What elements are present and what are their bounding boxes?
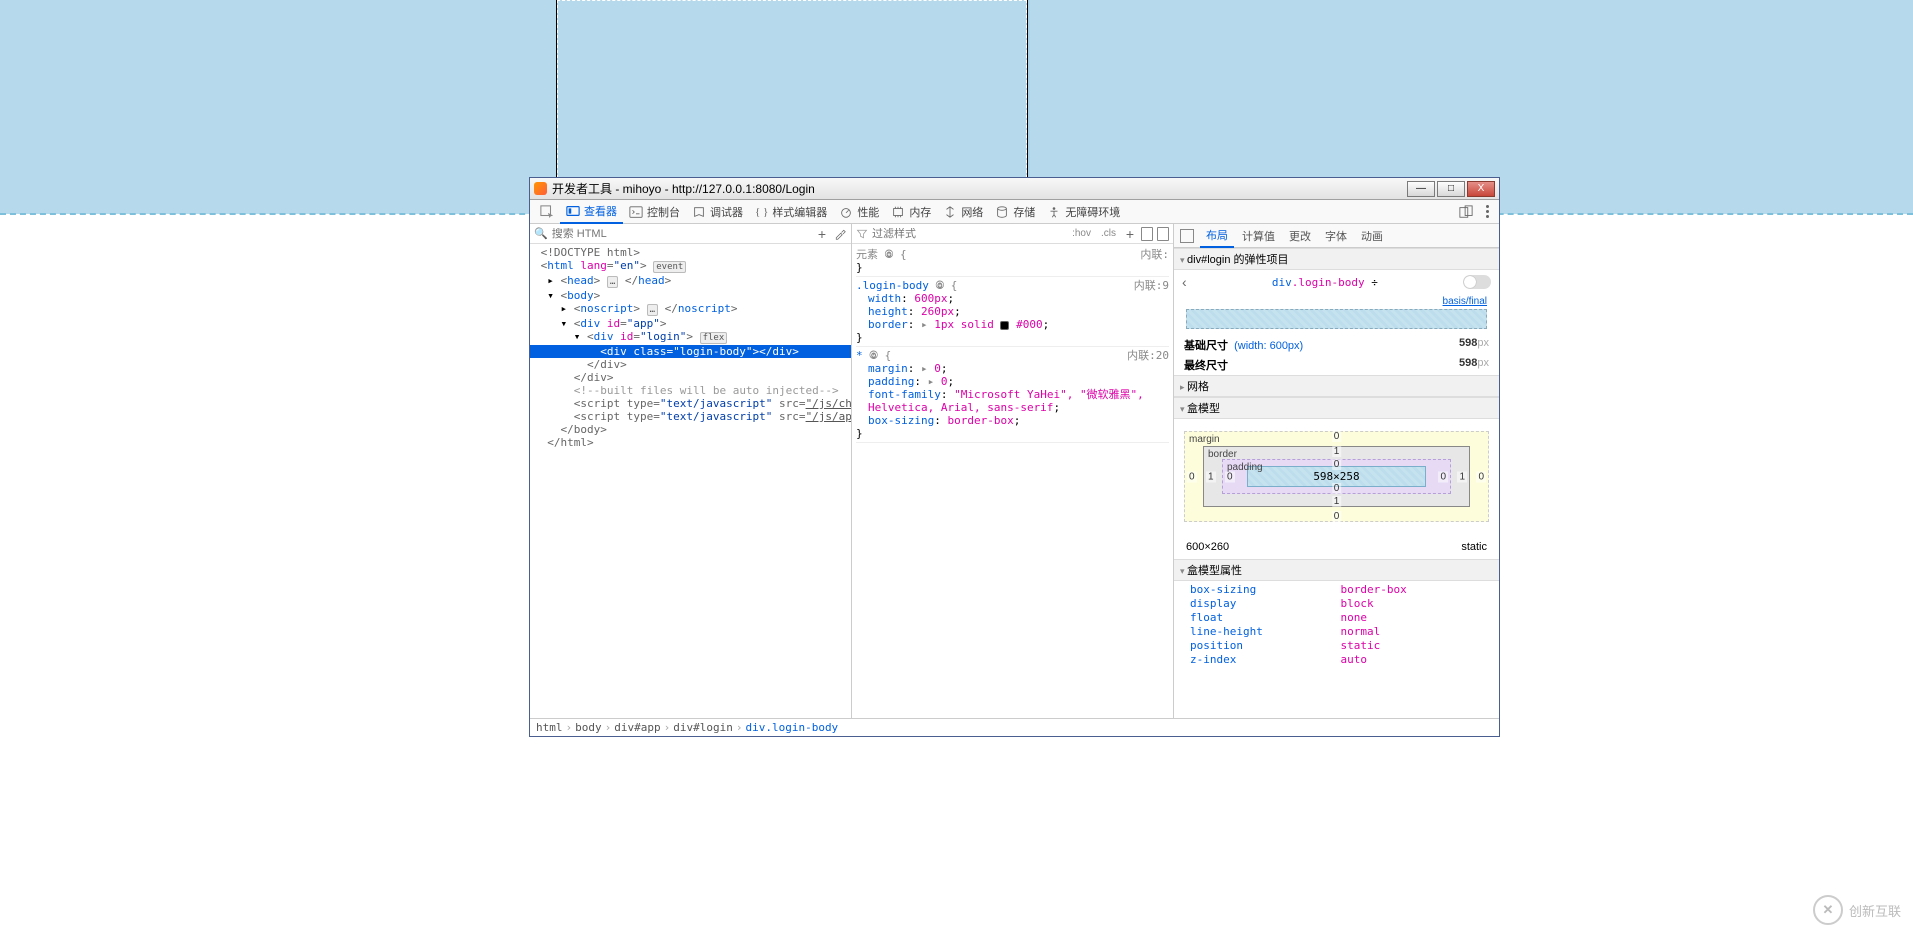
firefox-icon	[534, 182, 547, 195]
tab-console[interactable]: 控制台	[623, 200, 686, 224]
tab-memory[interactable]: 内存	[885, 200, 937, 224]
devtools-window: 开发者工具 - mihoyo - http://127.0.0.1:8080/L…	[529, 177, 1500, 737]
flex-item-selector[interactable]: div.login-body ÷	[1193, 276, 1457, 289]
flex-prev-button[interactable]: ‹	[1182, 274, 1187, 290]
add-element-button[interactable]: +	[815, 227, 829, 241]
dom-tree[interactable]: <!DOCTYPE html> <html lang="en"> event ▸…	[530, 244, 851, 718]
devtools-tab-bar: 查看器 控制台 调试器 { } 样式编辑器 性能 内存	[530, 200, 1499, 224]
fonts-tab[interactable]: 字体	[1319, 224, 1353, 248]
html-search-input[interactable]	[552, 228, 811, 240]
window-maximize-button[interactable]: □	[1437, 181, 1465, 197]
prop-value[interactable]: normal	[1341, 625, 1484, 638]
breadcrumb-item[interactable]: body	[575, 721, 602, 734]
style-filter-input[interactable]	[872, 228, 1065, 240]
selected-dom-node[interactable]: <div class="login-body"></div>	[530, 345, 851, 358]
tab-debugger-label: 调试器	[710, 204, 743, 220]
toolbar-overflow-menu[interactable]	[1479, 204, 1495, 220]
print-media-icon[interactable]	[1157, 227, 1169, 241]
flex-section-header[interactable]: div#login 的弹性项目	[1174, 248, 1499, 270]
breadcrumb-separator: ›	[602, 721, 615, 734]
tab-style-editor-label: 样式编辑器	[772, 204, 827, 220]
prop-key[interactable]: line-height	[1190, 625, 1333, 638]
breadcrumb-bar[interactable]: html›body›div#app›div#login›div.login-bo…	[530, 718, 1499, 736]
cls-toggle[interactable]: .cls	[1098, 228, 1119, 239]
page-column-divider	[1028, 0, 1030, 178]
window-minimize-button[interactable]: —	[1407, 181, 1435, 197]
box-model-diagram[interactable]: margin 0000 border 1111 padding 0000 598…	[1174, 419, 1499, 534]
tab-storage-label: 存储	[1013, 204, 1035, 220]
tab-console-label: 控制台	[647, 204, 680, 220]
box-model-properties: box-sizing border-box display block float non…	[1174, 581, 1499, 674]
breadcrumb-separator: ›	[733, 721, 746, 734]
changes-tab[interactable]: 更改	[1283, 224, 1317, 248]
rule-source[interactable]: 内联:20	[1127, 349, 1169, 362]
prop-value[interactable]: none	[1341, 611, 1484, 624]
breadcrumb-item[interactable]: html	[536, 721, 563, 734]
brand-logo-icon: ✕	[1813, 895, 1843, 925]
tab-accessibility-label: 无障碍环境	[1065, 204, 1120, 220]
new-rule-button[interactable]: +	[1123, 227, 1137, 241]
box-props-section-header[interactable]: 盒模型属性	[1174, 559, 1499, 581]
breadcrumb-item[interactable]: div#app	[614, 721, 660, 734]
pick-element-button[interactable]	[534, 200, 560, 224]
corner-brand: ✕ 创新互联	[1813, 895, 1901, 925]
tab-inspector-label: 查看器	[584, 203, 617, 219]
layout-icon-button[interactable]	[1180, 229, 1194, 243]
color-swatch[interactable]	[1000, 321, 1009, 330]
element-section-label: 元素	[856, 248, 878, 261]
responsive-design-icon[interactable]	[1459, 205, 1473, 219]
tab-style-editor[interactable]: { } 样式编辑器	[749, 200, 833, 224]
inline-source: 内联:	[1140, 248, 1169, 261]
computed-tab[interactable]: 计算值	[1236, 224, 1281, 248]
rule-selector[interactable]: *	[856, 349, 863, 362]
prop-value[interactable]: border-box	[1341, 583, 1484, 596]
prop-key[interactable]: display	[1190, 597, 1333, 610]
animations-tab[interactable]: 动画	[1355, 224, 1389, 248]
flex-overlay-toggle[interactable]	[1463, 275, 1491, 289]
prop-key[interactable]: float	[1190, 611, 1333, 624]
tab-storage[interactable]: 存储	[989, 200, 1041, 224]
prop-value[interactable]: block	[1341, 597, 1484, 610]
filter-icon	[856, 228, 868, 240]
element-dimensions: 600×260	[1186, 541, 1229, 553]
tab-memory-label: 内存	[909, 204, 931, 220]
prop-value[interactable]: auto	[1341, 653, 1484, 666]
rule-selector[interactable]: .login-body	[856, 279, 929, 292]
window-title: 开发者工具 - mihoyo - http://127.0.0.1:8080/L…	[552, 180, 1405, 197]
html-tree-pane: 🔍 + <!DOCTYPE html> <html lang="en"> eve…	[530, 224, 852, 718]
breadcrumb-item[interactable]: div.login-body	[745, 721, 838, 734]
tab-network[interactable]: 网络	[937, 200, 989, 224]
light-mode-icon[interactable]	[1141, 227, 1153, 241]
rule-source[interactable]: 内联:9	[1134, 279, 1169, 292]
window-close-button[interactable]: X	[1467, 181, 1495, 197]
styles-pane: :hov .cls + 元素 🞋 {内联: } .login-body 🞋 {内…	[852, 224, 1174, 718]
prop-key[interactable]: box-sizing	[1190, 583, 1333, 596]
breadcrumb-separator: ›	[661, 721, 674, 734]
window-titlebar[interactable]: 开发者工具 - mihoyo - http://127.0.0.1:8080/L…	[530, 178, 1499, 200]
tab-performance[interactable]: 性能	[833, 200, 885, 224]
tab-performance-label: 性能	[857, 204, 879, 220]
breadcrumb-separator: ›	[563, 721, 576, 734]
eyedropper-button[interactable]	[833, 227, 847, 241]
boxmodel-section-header[interactable]: 盒模型	[1174, 397, 1499, 419]
element-position-type: static	[1461, 541, 1487, 553]
prop-key[interactable]: position	[1190, 639, 1333, 652]
login-body-highlight	[557, 0, 1027, 178]
tab-accessibility[interactable]: 无障碍环境	[1041, 200, 1126, 224]
prop-value[interactable]: static	[1341, 639, 1484, 652]
brand-logo-label: 创新互联	[1849, 901, 1901, 920]
flex-basis-preview	[1186, 309, 1487, 329]
breadcrumb-item[interactable]: div#login	[673, 721, 733, 734]
tab-inspector[interactable]: 查看器	[560, 200, 623, 224]
layout-tab[interactable]: 布局	[1200, 224, 1234, 248]
prop-key[interactable]: z-index	[1190, 653, 1333, 666]
grid-section-header[interactable]: 网格	[1174, 375, 1499, 397]
basis-final-label[interactable]: basis/final	[1443, 296, 1487, 307]
hov-toggle[interactable]: :hov	[1069, 228, 1094, 239]
tab-debugger[interactable]: 调试器	[686, 200, 749, 224]
tab-network-label: 网络	[961, 204, 983, 220]
layout-pane: 布局 计算值 更改 字体 动画 div#login 的弹性项目 ‹ div.lo…	[1174, 224, 1499, 718]
